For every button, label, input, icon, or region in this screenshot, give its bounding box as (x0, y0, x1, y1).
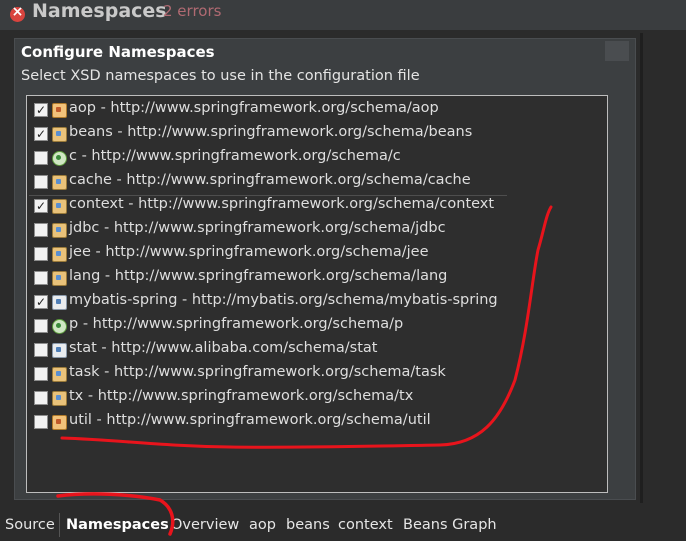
namespace-row-jee[interactable]: jee - http://www.springframework.org/sch… (29, 243, 507, 267)
namespace-checkbox[interactable] (34, 319, 48, 333)
namespace-bean-icon (52, 175, 67, 190)
namespace-row-task[interactable]: task - http://www.springframework.org/sc… (29, 363, 507, 387)
editor-right-border (640, 33, 643, 503)
namespace-checkbox[interactable] (34, 271, 48, 285)
namespace-label: beans - http://www.springframework.org/s… (69, 124, 473, 140)
namespace-checkbox[interactable] (34, 391, 48, 405)
namespace-label: mybatis-spring - http://mybatis.org/sche… (69, 292, 498, 308)
tab-source[interactable]: Source (5, 513, 60, 537)
namespace-schema-icon (52, 343, 67, 358)
namespace-checkbox[interactable] (34, 151, 48, 165)
namespace-label: jee - http://www.springframework.org/sch… (69, 244, 429, 260)
namespace-row-cache[interactable]: cache - http://www.springframework.org/s… (29, 171, 507, 196)
namespace-label: c - http://www.springframework.org/schem… (69, 148, 401, 164)
namespace-bean-icon (52, 247, 67, 262)
namespace-row-tx[interactable]: tx - http://www.springframework.org/sche… (29, 387, 507, 411)
namespace-pin-icon (52, 103, 67, 118)
namespace-row-stat[interactable]: stat - http://www.alibaba.com/schema/sta… (29, 339, 507, 363)
section-collapse-button[interactable] (605, 41, 629, 61)
tab-namespaces[interactable]: Namespaces (66, 513, 169, 537)
error-count-link[interactable]: 2 errors (163, 2, 221, 20)
tab-context[interactable]: context (338, 513, 393, 537)
namespace-label: context - http://www.springframework.org… (69, 196, 495, 212)
namespace-list[interactable]: ✓ aop - http://www.springframework.org/s… (26, 95, 608, 493)
section-title: Configure Namespaces (21, 43, 215, 61)
namespace-checkbox[interactable] (34, 175, 48, 189)
namespace-row-c[interactable]: c - http://www.springframework.org/schem… (29, 147, 507, 171)
tab-beans-graph[interactable]: Beans Graph (403, 513, 497, 537)
namespace-checkbox[interactable]: ✓ (34, 295, 48, 309)
namespace-checkbox[interactable] (34, 343, 48, 357)
namespace-checkbox[interactable] (34, 223, 48, 237)
namespace-label: lang - http://www.springframework.org/sc… (69, 268, 448, 284)
editor-header: Namespaces 2 errors (0, 0, 686, 30)
error-icon (10, 4, 25, 22)
namespace-row-beans[interactable]: ✓ beans - http://www.springframework.org… (29, 123, 507, 147)
namespace-bean-icon (52, 271, 67, 286)
namespace-label: tx - http://www.springframework.org/sche… (69, 388, 414, 404)
namespace-checkbox[interactable]: ✓ (34, 103, 48, 117)
namespace-pin-icon (52, 415, 67, 430)
namespace-checkbox[interactable]: ✓ (34, 199, 48, 213)
namespace-c-icon (52, 151, 67, 166)
namespace-row-p[interactable]: p - http://www.springframework.org/schem… (29, 315, 507, 339)
namespace-checkbox[interactable] (34, 415, 48, 429)
namespace-bean-icon (52, 391, 67, 406)
namespace-checkbox[interactable] (34, 247, 48, 261)
namespace-label: aop - http://www.springframework.org/sch… (69, 100, 439, 116)
namespace-label: p - http://www.springframework.org/schem… (69, 316, 404, 332)
namespace-checkbox[interactable] (34, 367, 48, 381)
tab-overview[interactable]: Overview (171, 513, 239, 537)
namespace-bean-icon (52, 127, 67, 142)
namespace-label: task - http://www.springframework.org/sc… (69, 364, 446, 380)
namespace-label: stat - http://www.alibaba.com/schema/sta… (69, 340, 378, 356)
namespace-row-jdbc[interactable]: jdbc - http://www.springframework.org/sc… (29, 219, 507, 243)
namespace-checkbox[interactable]: ✓ (34, 127, 48, 141)
namespace-p-icon (52, 319, 67, 334)
page-title: Namespaces (32, 0, 167, 22)
tab-aop[interactable]: aop (249, 513, 276, 537)
namespace-row-aop[interactable]: ✓ aop - http://www.springframework.org/s… (29, 99, 507, 123)
namespace-label: util - http://www.springframework.org/sc… (69, 412, 431, 428)
namespace-row-lang[interactable]: lang - http://www.springframework.org/sc… (29, 267, 507, 291)
section-description: Select XSD namespaces to use in the conf… (21, 68, 420, 84)
namespace-bean-icon (52, 199, 67, 214)
namespace-label: cache - http://www.springframework.org/s… (69, 172, 471, 188)
namespace-bean-icon (52, 223, 67, 238)
tab-beans[interactable]: beans (286, 513, 330, 537)
namespace-row-util[interactable]: util - http://www.springframework.org/sc… (29, 411, 507, 435)
namespace-label: jdbc - http://www.springframework.org/sc… (69, 220, 446, 236)
editor-tab-bar: Source Namespaces Overview aop beans con… (0, 510, 686, 541)
namespace-row-mybatis-spring[interactable]: ✓ mybatis-spring - http://mybatis.org/sc… (29, 291, 507, 315)
namespace-bean-icon (52, 367, 67, 382)
namespace-schema-icon (52, 295, 67, 310)
namespace-row-context[interactable]: ✓ context - http://www.springframework.o… (29, 195, 507, 219)
configure-namespaces-section: Configure Namespaces Select XSD namespac… (14, 38, 636, 500)
